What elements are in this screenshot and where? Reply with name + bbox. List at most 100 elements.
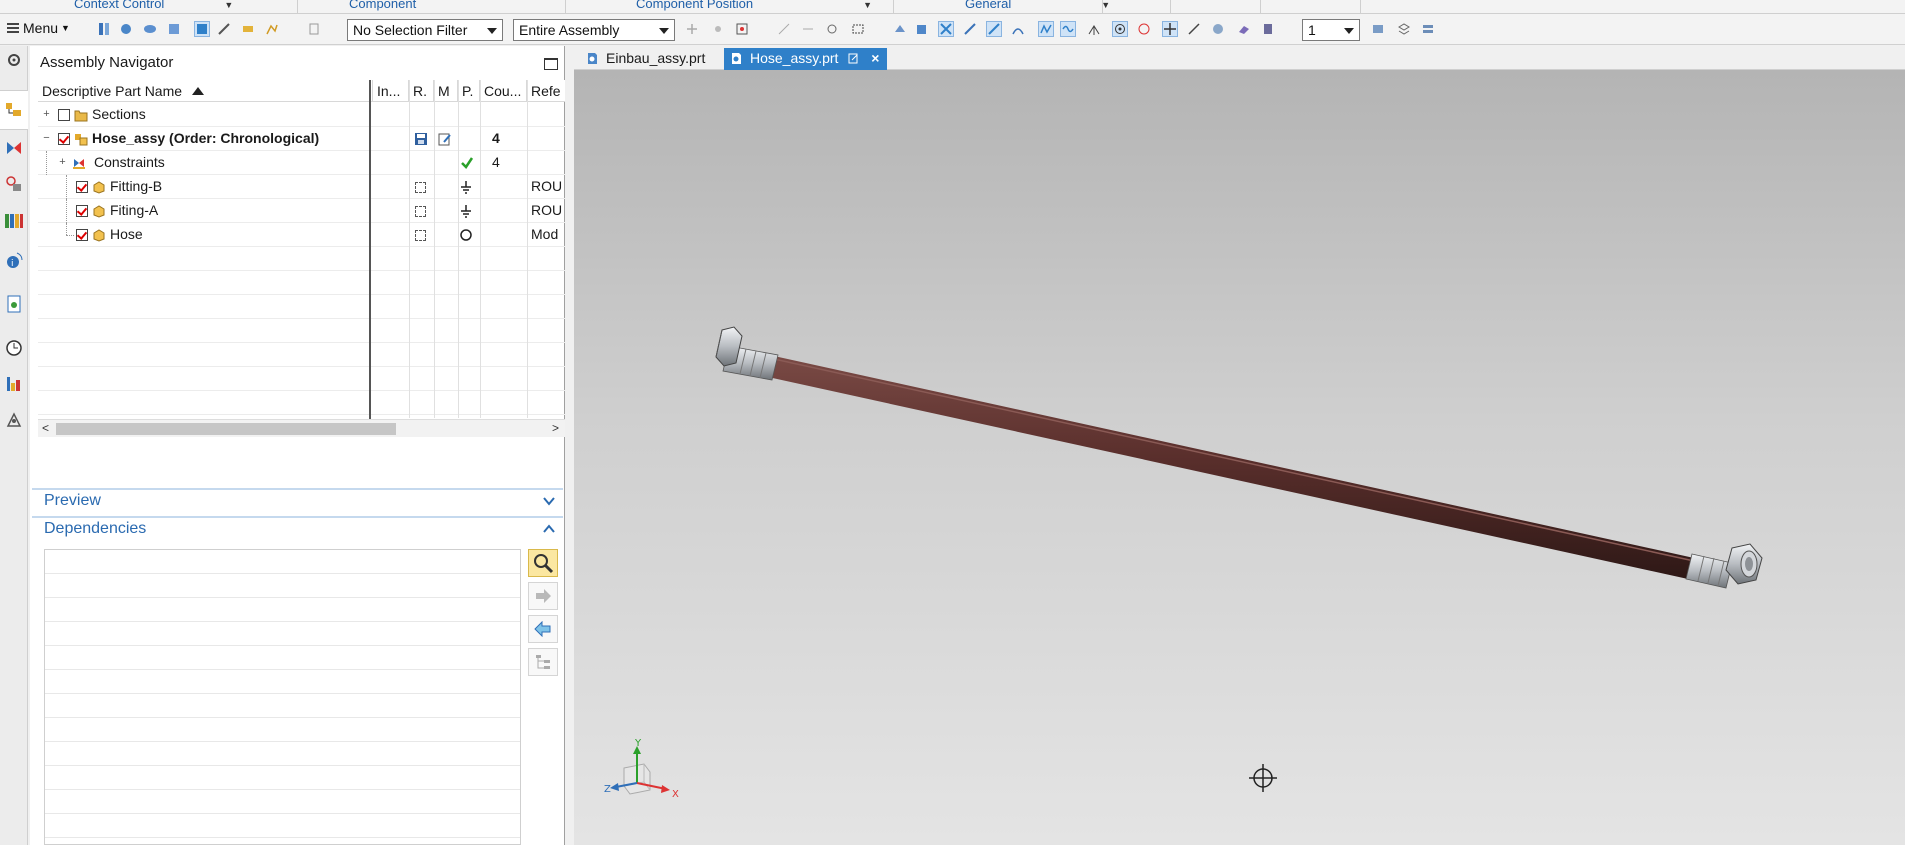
ribbon-group-general[interactable]: General ▼ xyxy=(965,0,1110,11)
system-materials-icon[interactable] xyxy=(4,410,24,430)
column-header-reference[interactable]: Refe xyxy=(527,80,565,102)
layer-settings-icon[interactable] xyxy=(1370,21,1386,37)
hose-assembly-model[interactable] xyxy=(574,70,1905,845)
selection-scope-dropdown[interactable]: Entire Assembly xyxy=(513,19,675,41)
snap-intersect-icon[interactable] xyxy=(938,21,954,37)
assembly-tool-icon[interactable] xyxy=(96,21,112,37)
fitting-left[interactable] xyxy=(715,326,779,381)
paste-tool-icon[interactable] xyxy=(306,21,322,37)
column-header-count[interactable]: Cou... xyxy=(480,80,527,102)
snap-end-icon[interactable] xyxy=(776,21,792,37)
ribbon-group-context-control[interactable]: Context Control ▼ xyxy=(74,0,233,11)
visibility-checkbox[interactable] xyxy=(58,109,70,121)
column-header-p[interactable]: P. xyxy=(458,80,480,102)
analysis-tool-icon[interactable] xyxy=(264,21,280,37)
line-tool-active-icon[interactable] xyxy=(986,21,1002,37)
crosshair-tool-icon[interactable] xyxy=(1162,21,1178,37)
column-divider[interactable] xyxy=(369,80,371,430)
selection-filter-dropdown[interactable]: No Selection Filter xyxy=(347,19,503,41)
dependency-search-button[interactable] xyxy=(528,549,558,577)
modified-icon[interactable] xyxy=(438,132,452,146)
column-header-r[interactable]: R. xyxy=(409,80,434,102)
measure-tool-icon[interactable] xyxy=(240,21,256,37)
ribbon-group-component-position[interactable]: Component Position ▼ xyxy=(636,0,872,11)
column-header-in[interactable]: In... xyxy=(373,80,409,102)
visibility-checkbox[interactable] xyxy=(76,181,88,193)
cube-view-icon[interactable] xyxy=(914,21,930,37)
assembly-navigator-tab-icon[interactable] xyxy=(0,90,28,130)
web-browser-icon[interactable]: i xyxy=(4,250,24,270)
curve-tool-icon[interactable] xyxy=(1010,21,1026,37)
roles-palette-icon[interactable] xyxy=(4,374,24,394)
dependency-tree-button[interactable] xyxy=(528,648,558,676)
active-mode-icon[interactable] xyxy=(194,21,210,37)
wave-tool-icon[interactable] xyxy=(1060,21,1076,37)
tree-row-fitting-b[interactable]: Fitting-B ROU xyxy=(38,175,565,199)
dependency-forward-button[interactable] xyxy=(528,582,558,610)
sketch-tool-icon[interactable] xyxy=(216,21,232,37)
chevron-up-icon[interactable] xyxy=(543,523,555,535)
tree-row-fitting-a[interactable]: Fiting-A ROU xyxy=(38,199,565,223)
layer-number-dropdown[interactable]: 1 xyxy=(1302,19,1360,41)
expand-icon[interactable]: + xyxy=(42,109,51,120)
tree-row-label: Sections xyxy=(92,106,146,122)
history-document-icon[interactable] xyxy=(4,294,24,314)
tab-einbau-assy[interactable]: Einbau_assy.prt xyxy=(580,48,713,70)
center-point-icon[interactable] xyxy=(1112,21,1128,37)
shaded-view-icon[interactable] xyxy=(892,21,908,37)
column-header-m[interactable]: M xyxy=(434,80,458,102)
tree-row-hose[interactable]: Hose Mod xyxy=(38,223,565,247)
point-constructor-icon[interactable] xyxy=(734,21,750,37)
ribbon-group-component[interactable]: Component xyxy=(349,0,416,11)
menu-button[interactable]: Menu ▼ xyxy=(6,20,70,36)
layer-stack-icon[interactable] xyxy=(1396,21,1412,37)
fully-constrained-icon xyxy=(461,181,471,194)
graphics-window[interactable]: Y X Z xyxy=(574,70,1905,845)
tab-hose-assy[interactable]: Hose_assy.prt × xyxy=(724,48,888,70)
dependency-back-button[interactable] xyxy=(528,615,558,643)
component-tool-icon[interactable] xyxy=(118,21,134,37)
tangent-tool-icon[interactable] xyxy=(1086,21,1102,37)
layer-tool-icon[interactable] xyxy=(166,21,182,37)
fitting-right[interactable] xyxy=(1685,543,1763,589)
history-clock-icon[interactable] xyxy=(4,338,24,358)
visibility-checkbox[interactable] xyxy=(76,229,88,241)
visibility-checkbox[interactable] xyxy=(58,133,70,145)
scrollbar-thumb[interactable] xyxy=(56,423,396,435)
save-icon[interactable] xyxy=(414,132,428,146)
scroll-right-icon[interactable]: > xyxy=(552,421,559,435)
rectangle-select-icon[interactable] xyxy=(850,21,866,37)
view-tool-icon[interactable] xyxy=(142,21,158,37)
column-header-part-name[interactable]: Descriptive Part Name xyxy=(38,80,373,102)
constraint-navigator-icon[interactable] xyxy=(4,138,24,158)
preview-section-header[interactable]: Preview xyxy=(32,488,563,512)
snap-mid-icon[interactable] xyxy=(800,21,816,37)
tree-row-sections[interactable]: + Sections xyxy=(38,103,565,127)
book-tool-icon[interactable] xyxy=(1260,21,1276,37)
tree-row-constraints[interactable]: + Constraints 4 xyxy=(38,151,565,175)
snap-grid-icon[interactable] xyxy=(684,21,700,37)
spline-tool-icon[interactable] xyxy=(1038,21,1054,37)
navigator-horizontal-scrollbar[interactable]: < > xyxy=(38,419,565,437)
tree-row-hose-assy[interactable]: − Hose_assy (Order: Chronological) 4 xyxy=(38,127,565,151)
layer-visibility-icon[interactable] xyxy=(1420,21,1436,37)
collapse-icon[interactable]: − xyxy=(42,133,51,144)
chevron-down-icon[interactable] xyxy=(543,495,555,507)
settings-gear-icon[interactable] xyxy=(4,50,24,70)
diagonal-tool-icon[interactable] xyxy=(1186,21,1202,37)
expand-icon[interactable]: + xyxy=(58,157,67,168)
dependencies-section-header[interactable]: Dependencies xyxy=(32,516,563,540)
hose-body[interactable] xyxy=(768,356,1695,579)
visibility-checkbox[interactable] xyxy=(76,205,88,217)
maximize-icon[interactable] xyxy=(544,58,558,70)
circle-point-icon[interactable] xyxy=(1136,21,1152,37)
scroll-left-icon[interactable]: < xyxy=(42,421,49,435)
line-tool-icon[interactable] xyxy=(962,21,978,37)
surface-tool-icon[interactable] xyxy=(1236,21,1252,37)
close-tab-icon[interactable]: × xyxy=(871,50,879,66)
render-tool-icon[interactable] xyxy=(1210,21,1226,37)
part-navigator-icon[interactable] xyxy=(4,174,24,194)
reuse-library-icon[interactable] xyxy=(4,210,24,230)
snap-point-icon[interactable] xyxy=(710,21,726,37)
snap-control-icon[interactable] xyxy=(824,21,840,37)
